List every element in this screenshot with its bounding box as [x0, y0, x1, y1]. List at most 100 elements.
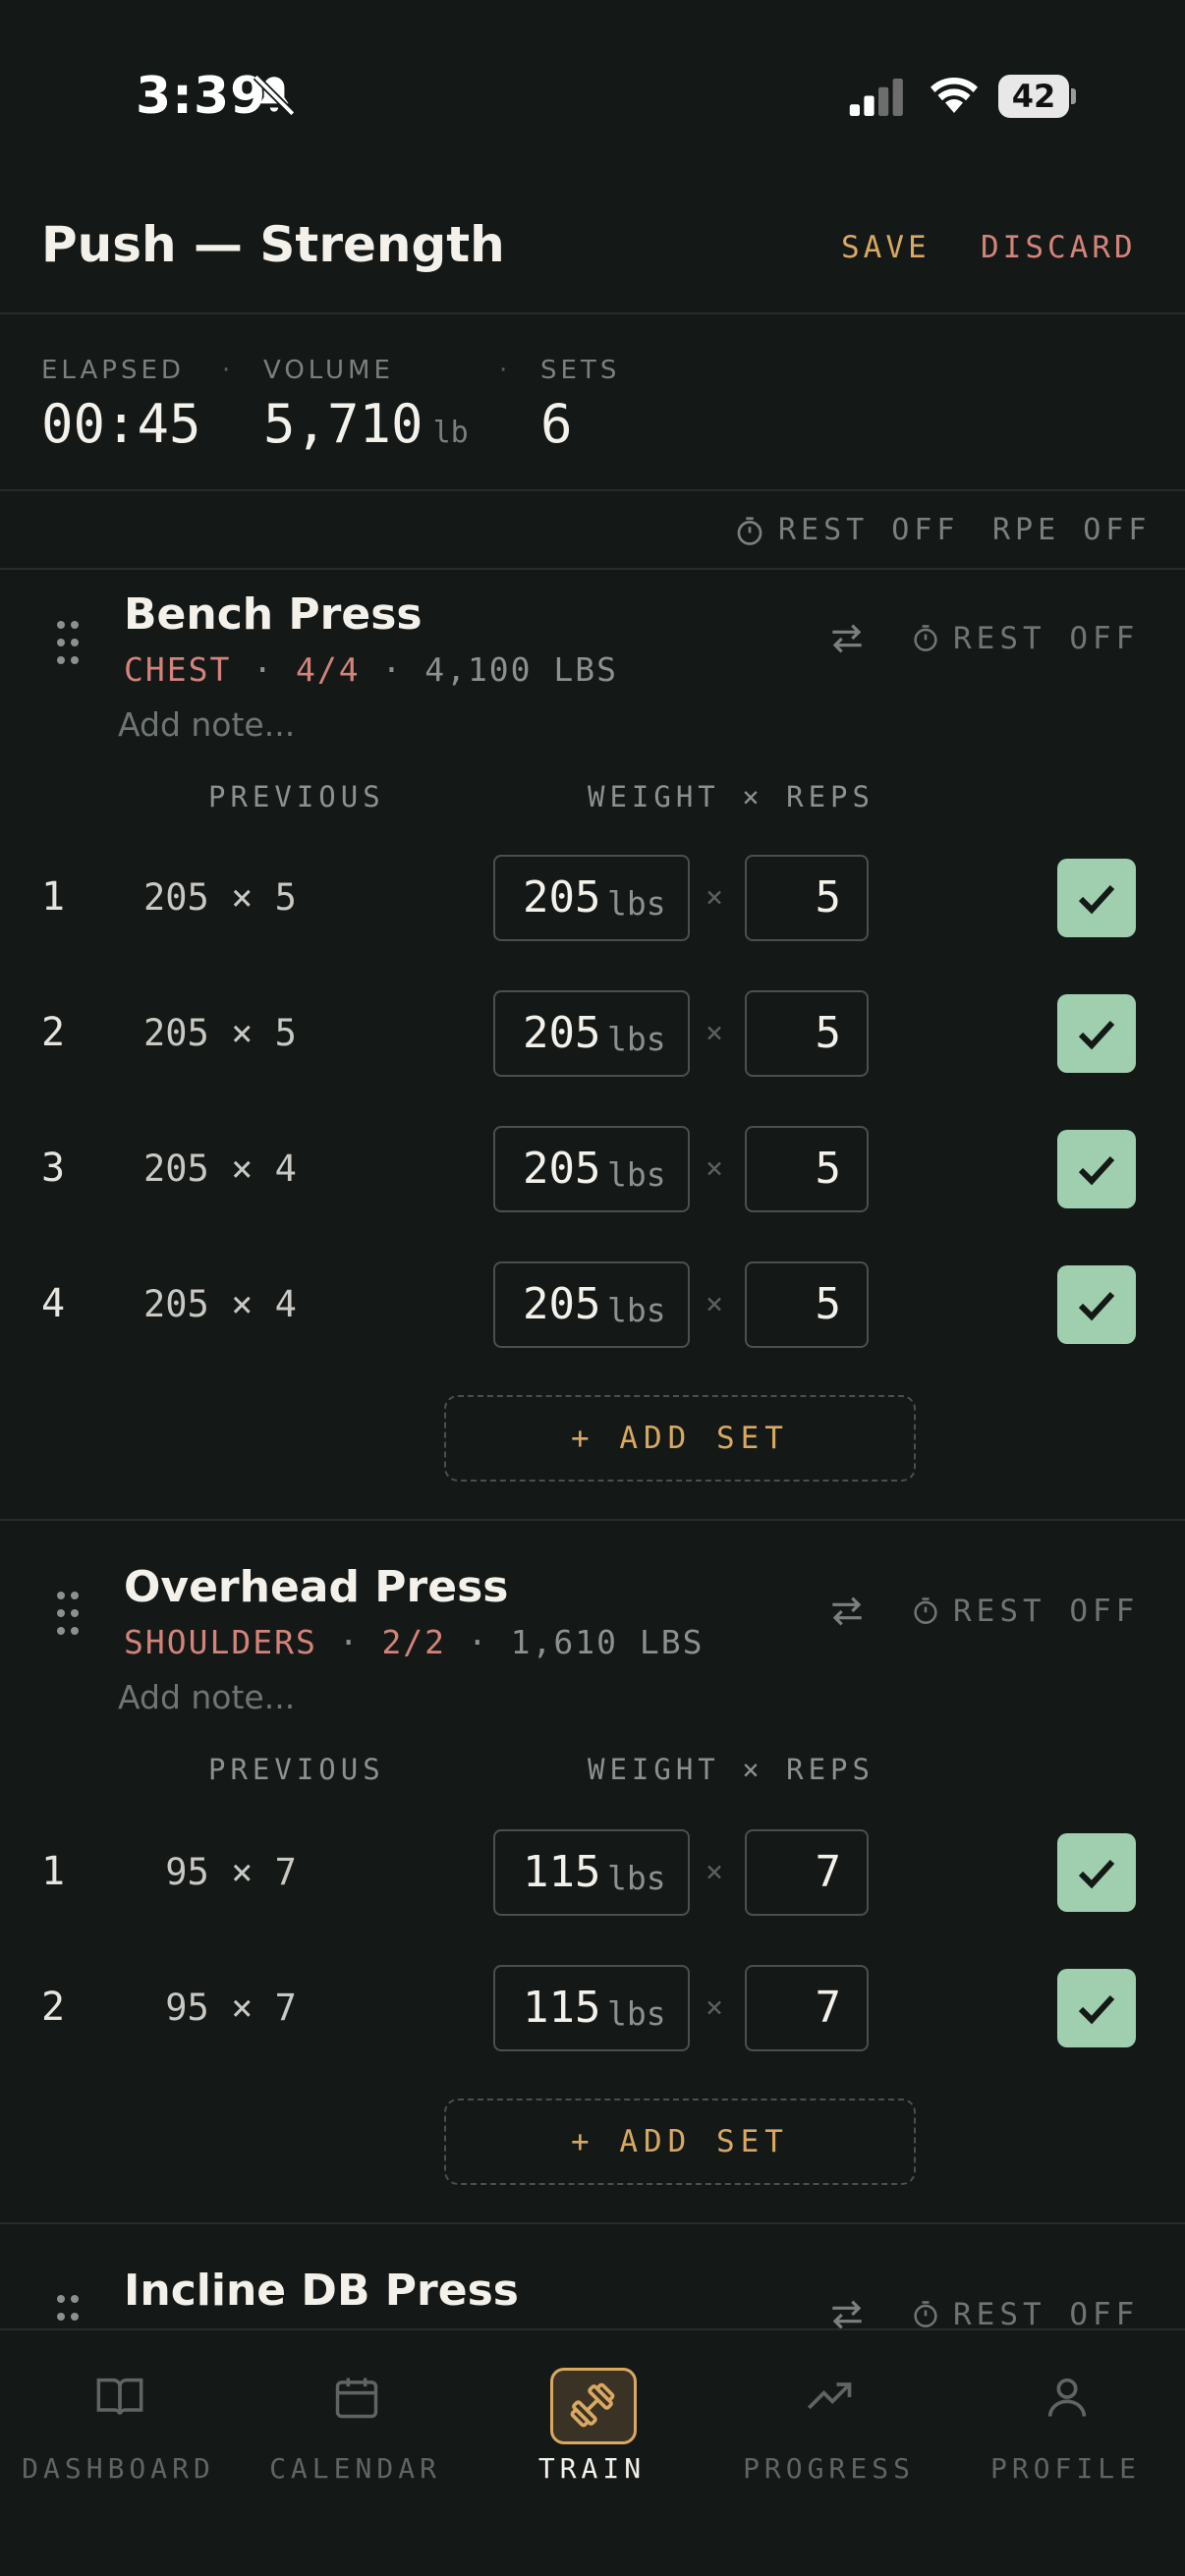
volume-stat: 5,710 lb [263, 393, 469, 455]
save-button[interactable]: SAVE [841, 230, 931, 265]
reps-input[interactable]: 5 [745, 1261, 869, 1348]
previous-set: 205 × 4 [143, 1148, 297, 1190]
discard-button[interactable]: DISCARD [981, 230, 1137, 265]
sets-progress: 2/2 [381, 1623, 447, 1661]
calendar-icon [335, 2378, 378, 2419]
exercise-rest-toggle[interactable]: REST OFF [953, 2297, 1139, 2328]
volume-unit: lb [432, 416, 469, 450]
stat-separator: · [222, 356, 231, 385]
bottom-navigation: DASHBOARD CALENDAR TRAIN PROGRESS PROFIL… [0, 2328, 1185, 2576]
previous-column-header: PREVIOUS [208, 1753, 385, 1786]
add-set-button[interactable]: + ADD SET [444, 2099, 916, 2185]
nav-train[interactable]: TRAIN [474, 2330, 710, 2576]
user-icon [1047, 2378, 1087, 2417]
book-icon [96, 2378, 143, 2415]
reps-input[interactable]: 7 [745, 1829, 869, 1916]
checkmark-icon [1078, 884, 1115, 915]
drag-handle-icon[interactable] [55, 1590, 81, 1637]
status-bar: 3:39 42 [0, 0, 1185, 187]
weight-reps-column-header: WEIGHT × REPS [588, 1753, 875, 1786]
dumbbell-icon [570, 2382, 615, 2428]
swap-icon[interactable] [827, 621, 867, 656]
set-row: 2 95 × 7 115 lbs × 7 [0, 1965, 1185, 2051]
battery-icon: 42 [998, 75, 1076, 118]
exercise-card: Incline DB Press REST OFF [0, 2224, 1185, 2328]
exercise-volume: 1,610 LBS [510, 1623, 705, 1661]
set-row: 3 205 × 4 205 lbs × 5 [0, 1126, 1185, 1212]
timer-icon [914, 2301, 937, 2327]
set-complete-checkbox[interactable] [1057, 1833, 1136, 1912]
workout-options: REST OFF RPE OFF [0, 491, 1185, 570]
workout-header: Push — Strength SAVE DISCARD [0, 187, 1185, 314]
set-number: 4 [41, 1281, 66, 1326]
sets-progress: 4/4 [295, 650, 361, 689]
workout-title: Push — Strength [41, 216, 505, 273]
reps-input[interactable]: 7 [745, 1965, 869, 2051]
set-complete-checkbox[interactable] [1057, 1265, 1136, 1344]
volume-value: 5,710 [263, 393, 423, 455]
set-number: 1 [41, 874, 66, 920]
add-set-button[interactable]: + ADD SET [444, 1395, 916, 1482]
checkmark-icon [1078, 1859, 1115, 1889]
add-note-field[interactable]: Add note... [118, 705, 295, 744]
swap-icon[interactable] [827, 1594, 867, 1629]
exercise-card: Bench Press CHEST · 4/4 · 4,100 LBS Add … [0, 570, 1185, 1521]
exercise-name[interactable]: Overhead Press [124, 1562, 508, 1612]
exercise-name[interactable]: Incline DB Press [124, 2266, 519, 2316]
previous-set: 205 × 4 [143, 1283, 297, 1325]
muscle-group: CHEST [124, 650, 232, 689]
timer-icon [914, 1597, 937, 1624]
swap-icon[interactable] [827, 2297, 867, 2328]
checkmark-icon [1078, 1155, 1115, 1186]
stat-separator: · [499, 356, 508, 385]
reps-input[interactable]: 5 [745, 990, 869, 1077]
wifi-icon [931, 78, 978, 113]
volume-label: VOLUME [263, 356, 394, 385]
exercise-rest-toggle[interactable]: REST OFF [953, 1594, 1139, 1629]
set-number: 1 [41, 1849, 66, 1894]
muscle-group: SHOULDERS [124, 1623, 317, 1661]
exercise-card: Overhead Press SHOULDERS · 2/2 · 1,610 L… [0, 1521, 1185, 2224]
workout-stats: ELAPSED · VOLUME · SETS 00:45 5,710 lb 6 [0, 314, 1185, 491]
set-number: 2 [41, 1985, 66, 2030]
set-number: 2 [41, 1010, 66, 1055]
bell-muted-icon [253, 74, 296, 117]
exercise-summary: SHOULDERS · 2/2 · 1,610 LBS [124, 1623, 705, 1661]
checkmark-icon [1078, 1994, 1115, 2025]
weight-input[interactable]: 205 lbs [493, 855, 690, 941]
drag-handle-icon[interactable] [55, 619, 81, 666]
set-complete-checkbox[interactable] [1057, 1130, 1136, 1208]
reps-input[interactable]: 5 [745, 1126, 869, 1212]
rpe-toggle[interactable]: RPE OFF [992, 513, 1151, 547]
weight-input[interactable]: 115 lbs [493, 1829, 690, 1916]
drag-handle-icon[interactable] [55, 2293, 81, 2328]
timer-icon [914, 625, 937, 651]
nav-profile[interactable]: PROFILE [947, 2330, 1184, 2576]
nav-calendar[interactable]: CALENDAR [237, 2330, 474, 2576]
exercise-rest-toggle[interactable]: REST OFF [953, 621, 1139, 656]
exercise-summary: CHEST · 4/4 · 4,100 LBS [124, 650, 619, 689]
timer-icon [737, 517, 762, 545]
sets-value: 6 [540, 393, 573, 455]
previous-set: 95 × 7 [143, 1851, 297, 1893]
nav-progress[interactable]: PROGRESS [710, 2330, 947, 2576]
elapsed-label: ELAPSED [41, 356, 185, 385]
sets-label: SETS [540, 356, 621, 385]
nav-dashboard[interactable]: DASHBOARD [0, 2330, 237, 2576]
trend-icon [808, 2382, 852, 2410]
set-complete-checkbox[interactable] [1057, 859, 1136, 937]
rest-toggle[interactable]: REST OFF [778, 513, 960, 547]
set-row: 2 205 × 5 205 lbs × 5 [0, 990, 1185, 1077]
set-row: 1 205 × 5 205 lbs × 5 [0, 855, 1185, 941]
reps-input[interactable]: 5 [745, 855, 869, 941]
cellular-signal-icon [849, 79, 903, 116]
weight-input[interactable]: 205 lbs [493, 990, 690, 1077]
previous-column-header: PREVIOUS [208, 780, 385, 813]
set-complete-checkbox[interactable] [1057, 994, 1136, 1073]
set-complete-checkbox[interactable] [1057, 1969, 1136, 2047]
weight-input[interactable]: 115 lbs [493, 1965, 690, 2051]
exercise-name[interactable]: Bench Press [124, 589, 423, 640]
add-note-field[interactable]: Add note... [118, 1678, 295, 1716]
weight-input[interactable]: 205 lbs [493, 1261, 690, 1348]
weight-input[interactable]: 205 lbs [493, 1126, 690, 1212]
